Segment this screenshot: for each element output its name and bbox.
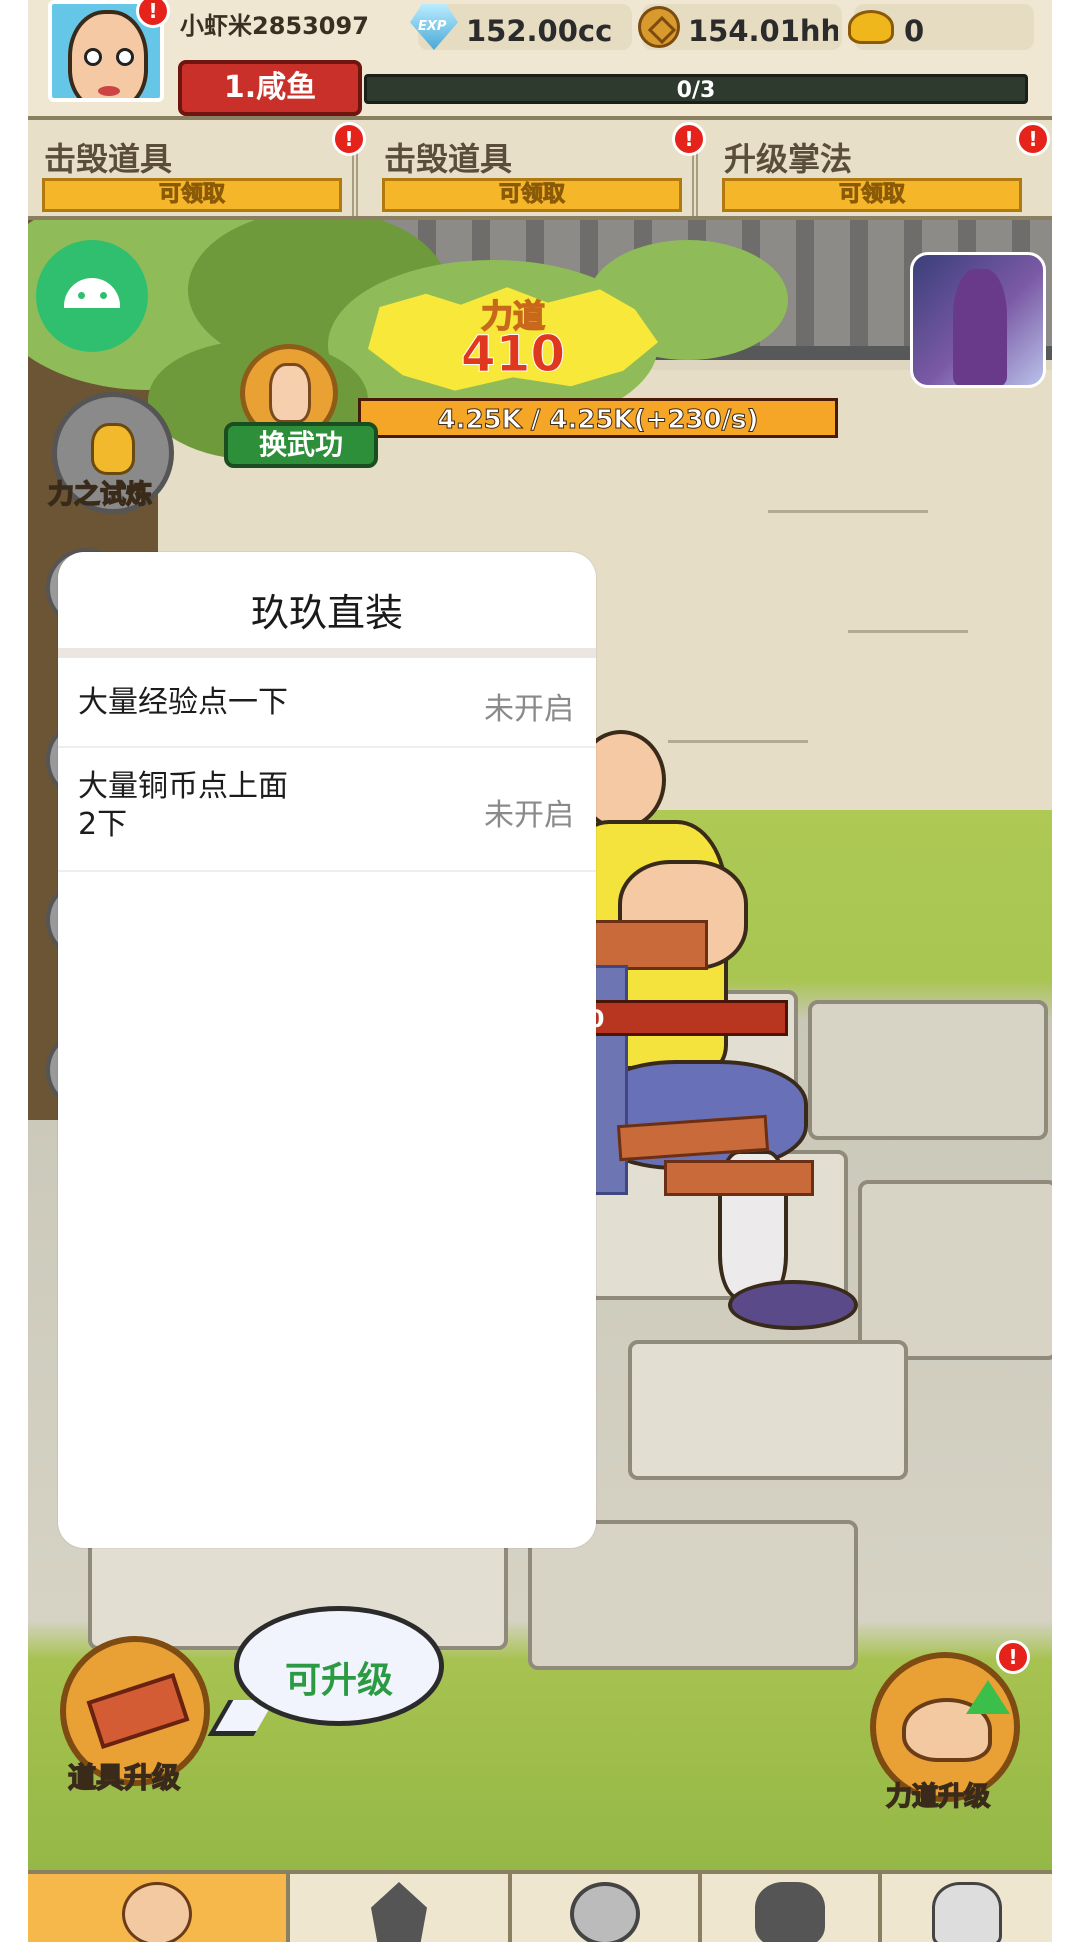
bottom-nav xyxy=(28,1870,1052,1942)
task-alert-badge: ! xyxy=(672,122,706,156)
plugin-panel-title: 玖玖直装 xyxy=(250,591,403,635)
fist-strike-icon xyxy=(122,1882,192,1942)
bricks-icon xyxy=(86,1673,190,1749)
copper-value: 154.01hh xyxy=(688,14,838,48)
gold-value: 0 xyxy=(904,14,925,48)
upgrade-bubble-text: 可升级 xyxy=(284,1660,393,1701)
task-title: 击毁道具 xyxy=(44,140,173,178)
power-upgrade-alert-badge: ! xyxy=(996,1640,1030,1674)
exp-value: 152.00cc xyxy=(466,14,613,48)
character-portrait[interactable] xyxy=(910,252,1046,388)
temple-icon xyxy=(371,1882,427,1942)
task-strip: 击毁道具 可领取 ! 击毁道具 可领取 ! 升级掌法 可领取 ! xyxy=(28,116,1052,220)
copper-counter: 154.01hh xyxy=(638,4,842,50)
task-claim-button[interactable]: 可领取 xyxy=(722,178,1022,212)
copper-coin-icon xyxy=(638,6,680,48)
option-status: 未开启 xyxy=(484,692,574,727)
task-claim-button[interactable]: 可领取 xyxy=(382,178,682,212)
android-floating-icon[interactable] xyxy=(36,240,148,352)
nav-tab-temple[interactable] xyxy=(290,1874,512,1942)
plugin-panel: 玖玖直装 大量经验点一下 未开启 大量铜币点上面 2下 未开启 xyxy=(58,552,596,1548)
plugin-option[interactable]: 大量铜币点上面 2下 未开启 xyxy=(58,748,596,872)
exp-counter: EXP 152.00cc xyxy=(410,4,632,50)
nav-tab-training[interactable] xyxy=(28,1874,290,1942)
gold-counter: 0 xyxy=(848,4,1034,50)
upgrade-speech-bubble[interactable]: 可升级 xyxy=(234,1606,444,1726)
plugin-option[interactable]: 大量经验点一下 未开启 xyxy=(58,658,596,748)
stamina-text: 4.25K / 4.25K(+230/s) xyxy=(437,405,759,436)
task-alert-badge: ! xyxy=(332,122,366,156)
nav-tab-pray[interactable] xyxy=(882,1874,1052,1942)
task-card: 升级掌法 可领取 ! xyxy=(708,122,1050,216)
task-claim-button[interactable]: 可领取 xyxy=(42,178,342,212)
trial-label: 力之试炼 xyxy=(47,479,153,511)
gold-ingot-icon xyxy=(848,10,894,44)
option-status: 未开启 xyxy=(484,798,574,833)
rank-progress-bar: 0/3 xyxy=(364,74,1028,104)
game-frame: 00 ! 小虾米2853097 EXP 152.00cc 154.01hh 0 … xyxy=(28,0,1052,1942)
nav-tab-gear[interactable] xyxy=(512,1874,702,1942)
task-title: 击毁道具 xyxy=(384,140,513,178)
task-card: 击毁道具 可领取 ! xyxy=(28,122,366,216)
nav-tab-cauldron[interactable] xyxy=(702,1874,882,1942)
option-label: 大量铜币点上面 2下 xyxy=(78,769,288,842)
cauldron-icon xyxy=(755,1882,825,1942)
rank-title[interactable]: 1.咸鱼 xyxy=(178,60,362,116)
top-bar: ! 小虾米2853097 EXP 152.00cc 154.01hh 0 1.咸… xyxy=(28,0,1052,116)
arrow-up-icon xyxy=(966,1680,1010,1714)
gear-icon xyxy=(570,1882,640,1942)
divider xyxy=(58,648,596,658)
exp-gem-icon: EXP xyxy=(410,4,458,50)
task-title: 升级掌法 xyxy=(724,140,853,178)
avatar-alert-badge: ! xyxy=(136,0,170,28)
task-card: 击毁道具 可领取 ! xyxy=(368,122,706,216)
item-upgrade-label: 道具升级 xyxy=(67,1760,181,1795)
swap-skill-button[interactable]: 换武功 xyxy=(224,422,378,468)
task-alert-badge: ! xyxy=(1016,122,1050,156)
option-label: 大量经验点一下 xyxy=(78,685,288,720)
rank-progress-text: 0/3 xyxy=(676,78,716,103)
praying-hands-icon xyxy=(932,1882,1002,1942)
stamina-bar: 4.25K / 4.25K(+230/s) xyxy=(358,398,838,438)
player-username: 小虾米2853097 xyxy=(180,12,369,40)
power-upgrade-label: 力道升级 xyxy=(885,1781,991,1813)
